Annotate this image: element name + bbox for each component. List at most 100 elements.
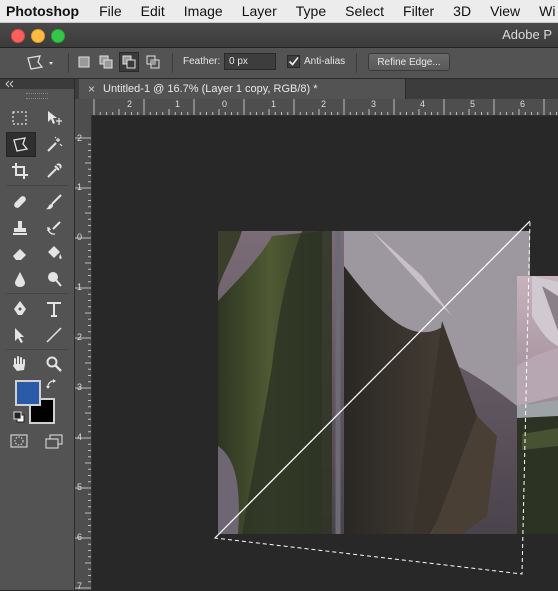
screen-mode-icon [45, 434, 63, 449]
document-image[interactable] [92, 116, 558, 590]
clone-stamp-tool[interactable] [8, 217, 32, 239]
ruler-label: 0 [222, 99, 228, 109]
menu-view[interactable]: View [490, 3, 520, 19]
divider [6, 349, 68, 350]
history-brush-tool[interactable] [42, 217, 66, 239]
app-menu[interactable]: Photoshop [6, 3, 79, 19]
path-selection-tool[interactable] [8, 324, 32, 346]
new-selection-icon [78, 56, 90, 68]
feather-input[interactable] [224, 53, 276, 70]
image-layer-right [517, 276, 558, 534]
new-selection-button[interactable] [76, 54, 92, 70]
tool-preset-picker[interactable] [25, 53, 55, 73]
options-bar: Feather: Anti-alias Refine Edge... [0, 48, 558, 79]
intersect-selection-icon [146, 55, 160, 69]
ruler-label: 5 [77, 482, 83, 492]
marquee-icon [12, 111, 27, 125]
clone-stamp-icon [13, 221, 27, 235]
paint-bucket-tool[interactable] [42, 242, 66, 264]
menu-window[interactable]: Wi [539, 3, 555, 19]
menu-layer[interactable]: Layer [242, 3, 277, 19]
window-title: Adobe P [502, 27, 552, 42]
minimize-window-button[interactable] [31, 29, 45, 43]
ruler-label: 3 [77, 382, 83, 392]
menu-filter[interactable]: Filter [403, 3, 434, 19]
eraser-icon [13, 249, 26, 260]
foreground-color-swatch[interactable] [15, 380, 41, 406]
collapse-panel-icon[interactable] [4, 80, 14, 88]
pen-icon [14, 301, 26, 315]
subtract-from-selection-button[interactable] [119, 52, 139, 72]
divider [172, 53, 173, 73]
ruler-label: 1 [271, 99, 277, 109]
blur-tool[interactable] [8, 268, 32, 290]
intersect-selection-button[interactable] [145, 54, 161, 70]
hand-icon [13, 356, 25, 371]
spot-healing-tool[interactable] [8, 191, 32, 213]
menu-type[interactable]: Type [296, 3, 326, 19]
default-colors-button[interactable] [13, 410, 25, 423]
eyedropper-tool[interactable] [42, 160, 66, 182]
rectangular-marquee-tool[interactable] [8, 107, 32, 129]
refine-edge-button[interactable]: Refine Edge... [368, 53, 450, 71]
ruler-label: 1 [175, 99, 181, 109]
ruler-label: 1 [77, 282, 83, 292]
polygonal-lasso-icon [27, 55, 53, 70]
add-to-selection-button[interactable] [98, 54, 114, 70]
path-selection-icon [15, 328, 24, 343]
healing-brush-icon [14, 196, 26, 208]
horizontal-ruler[interactable]: 2 1 0 1 2 3 4 5 6 [92, 99, 558, 116]
brush-tool[interactable] [42, 191, 66, 213]
divider [6, 293, 68, 294]
menu-3d[interactable]: 3D [453, 3, 471, 19]
crop-tool[interactable] [8, 160, 32, 182]
ruler-label: 5 [470, 99, 476, 109]
type-tool[interactable] [42, 298, 66, 320]
quick-mask-button[interactable] [10, 434, 28, 448]
dodge-icon [48, 272, 62, 287]
polygonal-lasso-icon [13, 136, 29, 152]
screen-mode-button[interactable] [44, 434, 64, 450]
zoom-tool[interactable] [42, 353, 66, 375]
polygonal-lasso-tool[interactable] [6, 132, 36, 157]
ruler-label: 2 [77, 332, 83, 342]
document-tab[interactable]: × Untitled-1 @ 16.7% (Layer 1 copy, RGB/… [79, 79, 406, 99]
menu-edit[interactable]: Edit [141, 3, 165, 19]
line-icon [46, 327, 62, 343]
canvas-area[interactable] [92, 116, 558, 590]
zoom-icon [46, 356, 62, 372]
line-tool[interactable] [42, 324, 66, 346]
anti-alias-label: Anti-alias [304, 56, 346, 67]
anti-alias-checkbox[interactable] [287, 55, 300, 68]
close-document-icon[interactable]: × [88, 82, 95, 96]
feather-label: Feather: [183, 56, 221, 67]
magic-wand-tool[interactable] [42, 134, 66, 156]
move-tool[interactable] [42, 107, 66, 129]
ruler-origin[interactable] [75, 99, 92, 115]
zoom-window-button[interactable] [51, 29, 65, 43]
ruler-label: 2 [321, 99, 327, 109]
swap-colors-button[interactable] [45, 378, 59, 392]
subtract-selection-icon [122, 55, 136, 69]
menu-bar: Photoshop File Edit Image Layer Type Sel… [0, 0, 558, 23]
vertical-ruler[interactable]: 2 1 0 1 2 3 4 5 6 7 [75, 115, 92, 591]
brush-icon [46, 194, 62, 210]
magic-wand-icon [47, 136, 63, 152]
swap-arrows-icon [46, 379, 56, 389]
close-window-button[interactable] [11, 29, 25, 43]
hand-tool[interactable] [8, 353, 32, 375]
type-icon [47, 302, 61, 317]
add-selection-icon [99, 55, 113, 69]
ruler-label: 1 [77, 182, 83, 192]
default-colors-icon [13, 411, 25, 423]
dodge-tool[interactable] [42, 268, 66, 290]
divider [6, 185, 68, 186]
menu-select[interactable]: Select [345, 3, 384, 19]
menu-file[interactable]: File [99, 3, 122, 19]
pen-tool[interactable] [8, 298, 32, 320]
menu-image[interactable]: Image [184, 3, 223, 19]
eraser-tool[interactable] [8, 242, 32, 264]
panel-grip[interactable] [26, 93, 48, 99]
document-tab-bar: × Untitled-1 @ 16.7% (Layer 1 copy, RGB/… [75, 79, 558, 99]
ruler-label: 2 [127, 99, 133, 109]
